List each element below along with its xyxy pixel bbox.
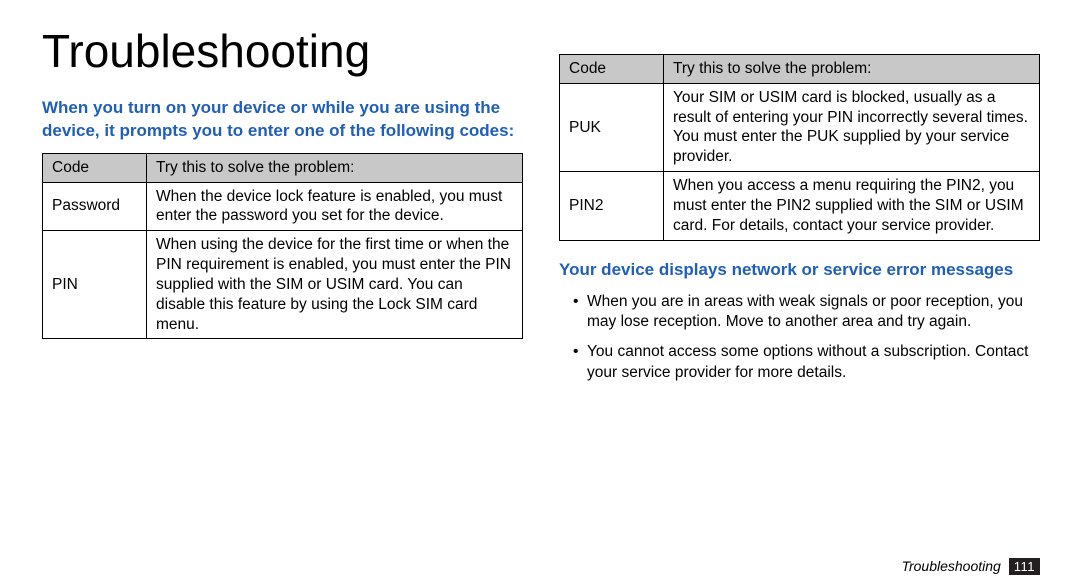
table-header-row: Code Try this to solve the problem: — [43, 153, 523, 182]
section-heading-codes: When you turn on your device or while yo… — [42, 97, 523, 143]
th-solve: Try this to solve the problem: — [664, 55, 1040, 84]
list-item: You cannot access some options without a… — [573, 342, 1040, 383]
table-row: PIN When using the device for the ﬁrst t… — [43, 231, 523, 339]
table-row: Password When the device lock feature is… — [43, 182, 523, 231]
table-row: PIN2 When you access a menu requiring th… — [560, 172, 1040, 240]
th-solve: Try this to solve the problem: — [147, 153, 523, 182]
cell-text: When the device lock feature is enabled,… — [147, 182, 523, 231]
cell-code: PIN2 — [560, 172, 664, 240]
codes-table-right: Code Try this to solve the problem: PUK … — [559, 54, 1040, 241]
th-code: Code — [43, 153, 147, 182]
page-title: Troubleshooting — [42, 22, 523, 81]
footer-section-name: Troubleshooting — [901, 558, 1000, 574]
right-column: Code Try this to solve the problem: PUK … — [541, 18, 1040, 586]
cell-text: Your SIM or USIM card is blocked, usuall… — [664, 83, 1040, 171]
bullet-list: When you are in areas with weak signals … — [559, 292, 1040, 384]
footer-page-number: 111 — [1009, 558, 1040, 575]
cell-code: PIN — [43, 231, 147, 339]
table-row: PUK Your SIM or USIM card is blocked, us… — [560, 83, 1040, 171]
table-header-row: Code Try this to solve the problem: — [560, 55, 1040, 84]
codes-table-left: Code Try this to solve the problem: Pass… — [42, 153, 523, 340]
list-item: When you are in areas with weak signals … — [573, 292, 1040, 333]
th-code: Code — [560, 55, 664, 84]
section-heading-network: Your device displays network or service … — [559, 259, 1040, 282]
page: Troubleshooting When you turn on your de… — [0, 0, 1080, 586]
cell-text: When you access a menu requiring the PIN… — [664, 172, 1040, 240]
page-footer: Troubleshooting 111 — [901, 558, 1040, 576]
cell-code: Password — [43, 182, 147, 231]
left-column: Troubleshooting When you turn on your de… — [42, 18, 541, 586]
cell-text: When using the device for the ﬁrst time … — [147, 231, 523, 339]
cell-code: PUK — [560, 83, 664, 171]
